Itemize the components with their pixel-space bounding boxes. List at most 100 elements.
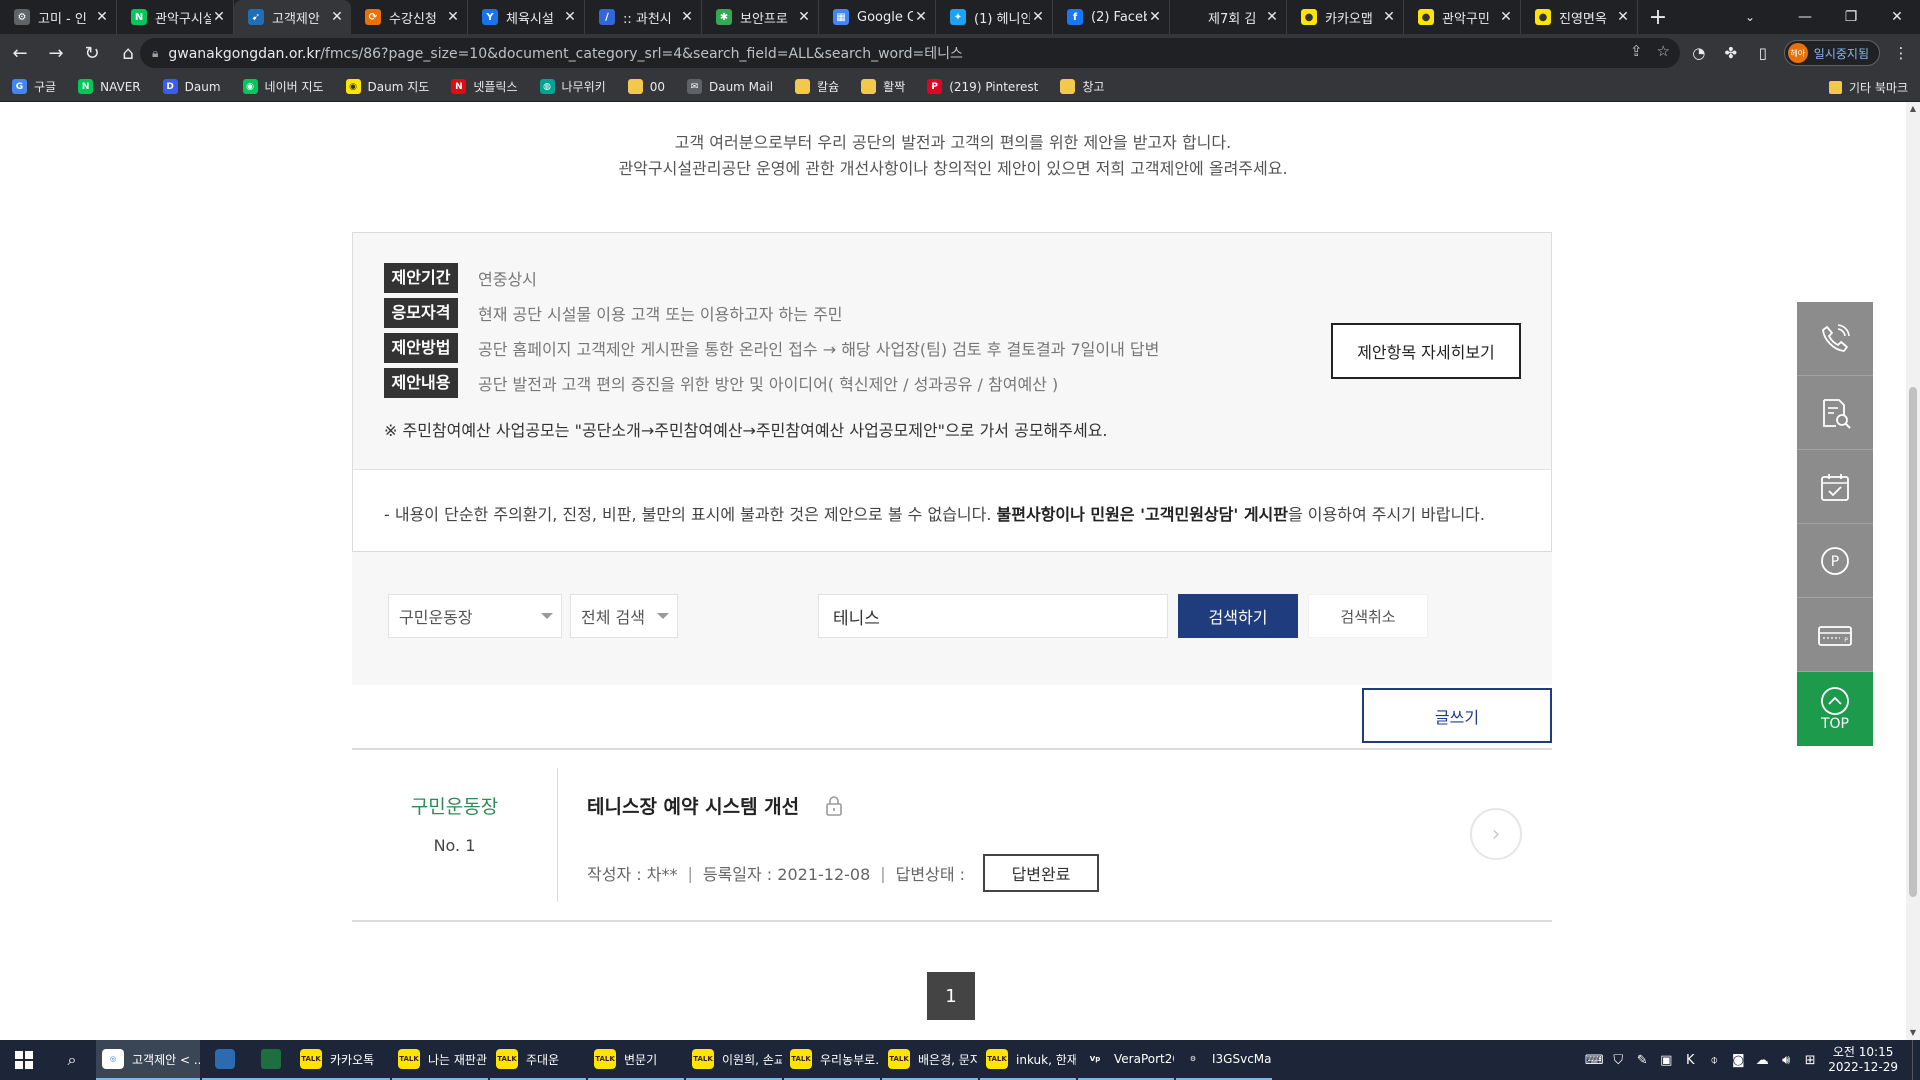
reload-icon[interactable]: ↻	[76, 37, 108, 69]
taskbar-app[interactable]: TALK 주대운	[490, 1040, 586, 1080]
k-app-icon[interactable]: K	[1678, 1053, 1702, 1068]
bookmark-item[interactable]: ✉ Daum Mail	[686, 79, 773, 94]
browser-tab[interactable]: ∕:: 과천시 ✕	[585, 0, 702, 34]
category-select[interactable]: 구민운동장	[388, 594, 562, 638]
scroll-top-button[interactable]: TOP	[1797, 672, 1873, 746]
scroll-up-icon[interactable]: ▲	[1906, 102, 1920, 116]
close-tab-icon[interactable]: ✕	[1030, 9, 1046, 25]
share-icon[interactable]: ⇪	[1630, 42, 1643, 60]
restore-icon[interactable]: ❐	[1828, 0, 1874, 34]
close-tab-icon[interactable]: ✕	[329, 9, 345, 25]
close-tab-icon[interactable]: ✕	[1615, 9, 1631, 25]
browser-tab[interactable]: f (2) Faceb ✕	[1053, 0, 1170, 34]
close-tab-icon[interactable]: ✕	[445, 9, 461, 25]
search-cancel-button[interactable]: 검색취소	[1308, 594, 1428, 638]
bookmark-item[interactable]: ◉ 네이버 지도	[242, 78, 324, 95]
quick-calendar[interactable]	[1797, 450, 1873, 524]
browser-tab[interactable]: ⚙ 고미 - 인 ✕	[0, 0, 117, 34]
bookmark-item[interactable]: ◍ 나무위키	[539, 78, 606, 95]
close-tab-icon[interactable]: ✕	[94, 9, 110, 25]
quick-card[interactable]: P	[1797, 598, 1873, 672]
side-panel-icon[interactable]: ▯	[1752, 42, 1774, 64]
quick-phone[interactable]	[1797, 302, 1873, 376]
ime-icon[interactable]: ⊞	[1798, 1053, 1822, 1068]
kebab-menu-icon[interactable]: ⋮	[1890, 42, 1912, 64]
browser-tab[interactable]: ▦ Google C ✕	[819, 0, 936, 34]
taskbar-app[interactable]: TALK 변문기	[588, 1040, 684, 1080]
bookmark-item[interactable]: G 구글	[12, 78, 56, 95]
close-tab-icon[interactable]: ✕	[562, 9, 578, 25]
windows-start-icon[interactable]	[0, 1040, 48, 1080]
close-tab-icon[interactable]: ✕	[679, 9, 695, 25]
browser-tab[interactable]: ⟳ 수강신청 ✕	[351, 0, 468, 34]
taskbar-pinned-excel[interactable]	[248, 1040, 294, 1080]
taskbar-app[interactable]: TALK 배은경, 문지...	[882, 1040, 978, 1080]
bookmark-item[interactable]: 칼슘	[795, 78, 839, 95]
browser-tab[interactable]: ● 관악구민 ✕	[1404, 0, 1521, 34]
scroll-down-icon[interactable]: ▼	[1906, 1026, 1920, 1040]
bookmark-item[interactable]: ◉ Daum 지도	[345, 78, 429, 95]
post-title-row[interactable]: 테니스장 예약 시스템 개선	[587, 792, 843, 819]
close-tab-icon[interactable]: ✕	[1264, 9, 1280, 25]
puzzle-icon[interactable]: ✤	[1720, 42, 1742, 64]
page-number-button[interactable]: 1	[927, 972, 975, 1020]
chevron-right-icon[interactable]: ›	[1470, 808, 1522, 860]
browser-tab[interactable]: ● 진영면옥 ✕	[1521, 0, 1638, 34]
search-input[interactable]	[818, 594, 1168, 638]
taskbar-app[interactable]: ◎ 고객제안 < ...	[96, 1040, 200, 1080]
kakaotalk-tray-icon[interactable]: ◙	[1726, 1053, 1750, 1068]
quick-parking[interactable]: P	[1797, 524, 1873, 598]
scrollbar-thumb[interactable]	[1909, 387, 1917, 897]
other-bookmarks[interactable]: 기타 북마크	[1828, 79, 1908, 96]
taskbar-pinned-app[interactable]	[202, 1040, 248, 1080]
pen-icon[interactable]: ✎	[1630, 1053, 1654, 1068]
bookmark-item[interactable]: N NAVER	[78, 79, 141, 94]
browser-tab[interactable]: ● 카카오맵 ✕	[1287, 0, 1404, 34]
close-tab-icon[interactable]: ✕	[796, 9, 812, 25]
bookmark-item[interactable]: D Daum	[162, 79, 221, 94]
show-desktop[interactable]	[1912, 1040, 1920, 1080]
bookmark-item[interactable]: N 넷플릭스	[451, 78, 518, 95]
close-tab-icon[interactable]: ✕	[1147, 9, 1163, 25]
browser-tab[interactable]: N 관악구시설 ✕	[117, 0, 234, 34]
extension-icon[interactable]: ◔	[1688, 42, 1710, 64]
close-tab-icon[interactable]: ✕	[1381, 9, 1397, 25]
close-tab-icon[interactable]: ✕	[211, 9, 227, 25]
shield-icon[interactable]: ⛉	[1606, 1053, 1630, 1068]
forward-icon[interactable]: →	[40, 37, 72, 69]
taskbar-app[interactable]: Vp VeraPort20 ...	[1078, 1040, 1174, 1080]
browser-tab[interactable]: ➹ 고객제안 ✕	[234, 0, 351, 34]
page-scrollbar[interactable]: ▲ ▼	[1906, 102, 1920, 1040]
new-tab-button[interactable]: +	[1638, 0, 1678, 34]
bookmark-item[interactable]: 00	[627, 79, 665, 94]
close-tab-icon[interactable]: ✕	[913, 9, 929, 25]
clock[interactable]: 오전 10:15 2022-12-29	[1828, 1045, 1898, 1075]
minimize-icon[interactable]: —	[1782, 0, 1828, 34]
tab-search-icon[interactable]: ⌄	[1730, 0, 1770, 34]
bookmark-star-icon[interactable]: ☆	[1657, 42, 1670, 60]
bookmark-item[interactable]: P (219) Pinterest	[927, 79, 1038, 94]
post-title[interactable]: 테니스장 예약 시스템 개선	[587, 792, 799, 819]
tray-app-icon[interactable]: ▣	[1654, 1053, 1678, 1068]
search-field-select[interactable]: 전체 검색	[570, 594, 678, 638]
taskbar-app[interactable]: ⚙ I3GSvcMana...	[1176, 1040, 1272, 1080]
browser-tab[interactable]: ✦ (1) 헤니인 ✕	[936, 0, 1053, 34]
bookmark-item[interactable]: 창고	[1060, 78, 1104, 95]
taskbar-app[interactable]: TALK inkuk, 한재...	[980, 1040, 1076, 1080]
quick-document-search[interactable]	[1797, 376, 1873, 450]
address-bar[interactable]: 🔒︎ gwanakgongdan.or.kr/fmcs/86?page_size…	[140, 38, 1680, 68]
lock-icon[interactable]: 🔒︎	[152, 46, 158, 61]
back-icon[interactable]: ←	[4, 37, 36, 69]
close-window-icon[interactable]: ✕	[1874, 0, 1920, 34]
volume-icon[interactable]: 🔊︎	[1774, 1053, 1798, 1068]
taskbar-app[interactable]: TALK 나는 재판관...	[392, 1040, 488, 1080]
cloud-icon[interactable]: ☁	[1750, 1053, 1774, 1068]
keyboard-icon[interactable]: ⌨	[1582, 1053, 1606, 1068]
search-button[interactable]: 검색하기	[1178, 594, 1298, 638]
taskbar-app[interactable]: TALK 카카오톡	[294, 1040, 390, 1080]
close-tab-icon[interactable]: ✕	[1498, 9, 1514, 25]
browser-tab[interactable]: ✱ 보안프로 ✕	[702, 0, 819, 34]
proposal-detail-button[interactable]: 제안항목 자세히보기	[1331, 323, 1521, 379]
bookmark-item[interactable]: 활짝	[861, 78, 905, 95]
write-button[interactable]: 글쓰기	[1362, 688, 1552, 743]
